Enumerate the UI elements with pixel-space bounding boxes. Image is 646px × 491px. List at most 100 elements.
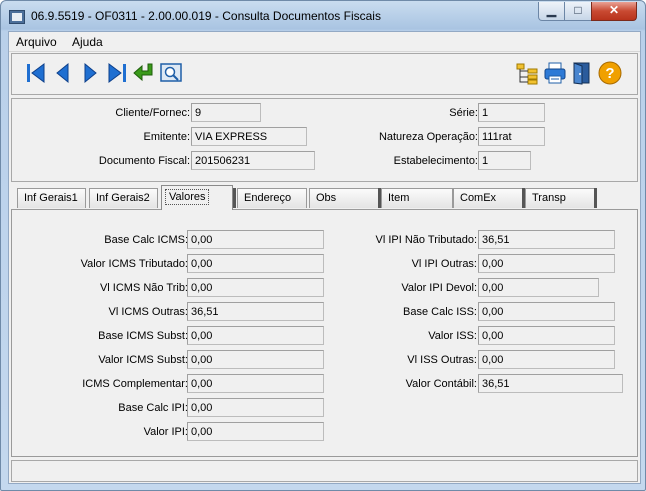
label-cliente-fornec: Cliente/Fornec: [115, 107, 190, 119]
window-title: 06.9.5519 - OF0311 - 2.00.00.019 - Consu… [31, 9, 381, 23]
tab-label: Inf Gerais1 [24, 192, 78, 204]
maximize-icon: □ [574, 3, 582, 17]
label-vl-iss-outras: Vl ISS Outras: [407, 354, 477, 366]
valor-icms-subst-field[interactable]: 0,00 [187, 350, 324, 369]
exit-button[interactable] [570, 61, 594, 85]
tab-shadow [594, 188, 597, 208]
tab-label: Inf Gerais2 [96, 192, 150, 204]
svg-text:?: ? [605, 65, 614, 82]
tab-item[interactable]: Item [381, 188, 453, 208]
app-icon [9, 10, 25, 24]
tab-label: Endereço [244, 192, 292, 204]
base-calc-iss-field[interactable]: 0,00 [478, 302, 615, 321]
serie-field[interactable]: 1 [478, 103, 545, 122]
help-icon: ? [598, 61, 622, 85]
tab-inf-gerais1[interactable]: Inf Gerais1 [17, 188, 86, 208]
view-detail-icon [160, 63, 182, 82]
label-valor-icms-tributado: Valor ICMS Tributado: [80, 258, 188, 270]
tab-label: Obs [316, 192, 337, 204]
document-header-panel: Cliente/Fornec: 9 Emitente: VIA EXPRESS … [11, 98, 638, 182]
first-record-icon [27, 63, 45, 83]
vl-ipi-outras-field[interactable]: 0,00 [478, 254, 615, 273]
help-button[interactable]: ? [598, 61, 622, 85]
toolbar: ? [11, 53, 638, 95]
valor-iss-field[interactable]: 0,00 [478, 326, 615, 345]
tab-obs[interactable]: Obs [309, 188, 379, 208]
tree-structure-icon [516, 63, 538, 85]
title-bar[interactable]: 06.9.5519 - OF0311 - 2.00.00.019 - Consu… [1, 1, 645, 31]
tab-transp[interactable]: Transp [525, 188, 595, 208]
label-serie: Série: [449, 107, 478, 119]
valor-ipi-devol-field[interactable]: 0,00 [478, 278, 599, 297]
documento-fiscal-field[interactable]: 201506231 [191, 151, 315, 170]
menu-arquivo[interactable]: Arquivo [16, 35, 57, 49]
base-calc-icms-field[interactable]: 0,00 [187, 230, 324, 249]
valor-contabil-field[interactable]: 36,51 [478, 374, 623, 393]
vl-icms-outras-field[interactable]: 36,51 [187, 302, 324, 321]
print-button[interactable] [543, 61, 567, 85]
first-record-button[interactable] [24, 61, 48, 85]
printer-icon [544, 62, 566, 84]
application-window: 06.9.5519 - OF0311 - 2.00.00.019 - Consu… [0, 0, 646, 491]
valor-ipi-field[interactable]: 0,00 [187, 422, 324, 441]
tab-endereco[interactable]: Endereço [237, 188, 307, 208]
vl-ipi-nao-tributado-field[interactable]: 36,51 [478, 230, 615, 249]
view-detail-button[interactable] [159, 61, 183, 85]
minimize-button[interactable]: ▁ [538, 2, 565, 21]
client-area: Arquivo Ajuda ? Cliente/Fornec: 9 Emiten… [8, 31, 641, 484]
tab-comex[interactable]: ComEx [453, 188, 523, 208]
tab-label: Valores [165, 189, 210, 205]
previous-record-button[interactable] [51, 61, 75, 85]
label-valor-contabil: Valor Contábil: [405, 378, 477, 390]
label-emitente: Emitente: [143, 131, 190, 143]
icms-complementar-field[interactable]: 0,00 [187, 374, 324, 393]
label-estabelecimento: Estabelecimento: [393, 155, 478, 167]
label-vl-icms-outras: Vl ICMS Outras: [108, 306, 188, 318]
minimize-icon: ▁ [546, 3, 557, 17]
label-vl-ipi-nao-tributado: Vl IPI Não Tributado: [375, 234, 478, 246]
confirm-enter-icon [133, 63, 153, 82]
emitente-field[interactable]: VIA EXPRESS [191, 127, 307, 146]
tab-shadow [233, 188, 236, 208]
base-icms-subst-field[interactable]: 0,00 [187, 326, 324, 345]
menu-bar: Arquivo Ajuda [9, 32, 640, 52]
label-valor-ipi: Valor IPI: [143, 426, 188, 438]
natureza-operacao-field[interactable]: 111rat [478, 127, 545, 146]
last-record-icon [108, 63, 126, 83]
close-icon: ✕ [608, 3, 620, 17]
valor-icms-tributado-field[interactable]: 0,00 [187, 254, 324, 273]
tab-label: Item [388, 192, 410, 204]
label-base-calc-icms: Base Calc ICMS: [104, 234, 188, 246]
label-icms-complementar: ICMS Complementar: [82, 378, 188, 390]
next-record-button[interactable] [78, 61, 102, 85]
label-valor-ipi-devol: Valor IPI Devol: [401, 282, 477, 294]
label-base-calc-iss: Base Calc ISS: [403, 306, 477, 318]
label-documento-fiscal: Documento Fiscal: [98, 155, 190, 167]
next-record-icon [84, 62, 97, 84]
vl-iss-outras-field[interactable]: 0,00 [478, 350, 615, 369]
vl-icms-nao-trib-field[interactable]: 0,00 [187, 278, 324, 297]
last-record-button[interactable] [105, 61, 129, 85]
tree-structure-button[interactable] [515, 61, 539, 85]
tab-valores[interactable]: Valores [161, 185, 233, 210]
exit-door-icon [573, 62, 590, 85]
label-base-calc-ipi: Base Calc IPI: [118, 402, 188, 414]
estabelecimento-field[interactable]: 1 [478, 151, 531, 170]
status-bar [11, 460, 638, 482]
tab-inf-gerais2[interactable]: Inf Gerais2 [89, 188, 158, 208]
tab-strip: Inf Gerais1 Inf Gerais2 Valores Endereço… [11, 185, 636, 210]
maximize-button[interactable]: □ [564, 2, 592, 21]
cliente-fornec-field[interactable]: 9 [191, 103, 261, 122]
menu-ajuda[interactable]: Ajuda [72, 35, 103, 49]
label-base-icms-subst: Base ICMS Subst: [98, 330, 188, 342]
label-valor-iss: Valor ISS: [428, 330, 477, 342]
valores-panel: Base Calc ICMS: 0,00 Valor ICMS Tributad… [11, 209, 638, 457]
confirm-enter-button[interactable] [132, 61, 156, 85]
base-calc-ipi-field[interactable]: 0,00 [187, 398, 324, 417]
label-vl-ipi-outras: Vl IPI Outras: [411, 258, 477, 270]
previous-record-icon [56, 62, 69, 84]
label-valor-icms-subst: Valor ICMS Subst: [98, 354, 188, 366]
tab-label: Transp [532, 192, 566, 204]
close-button[interactable]: ✕ [591, 2, 637, 21]
tab-label: ComEx [460, 192, 497, 204]
